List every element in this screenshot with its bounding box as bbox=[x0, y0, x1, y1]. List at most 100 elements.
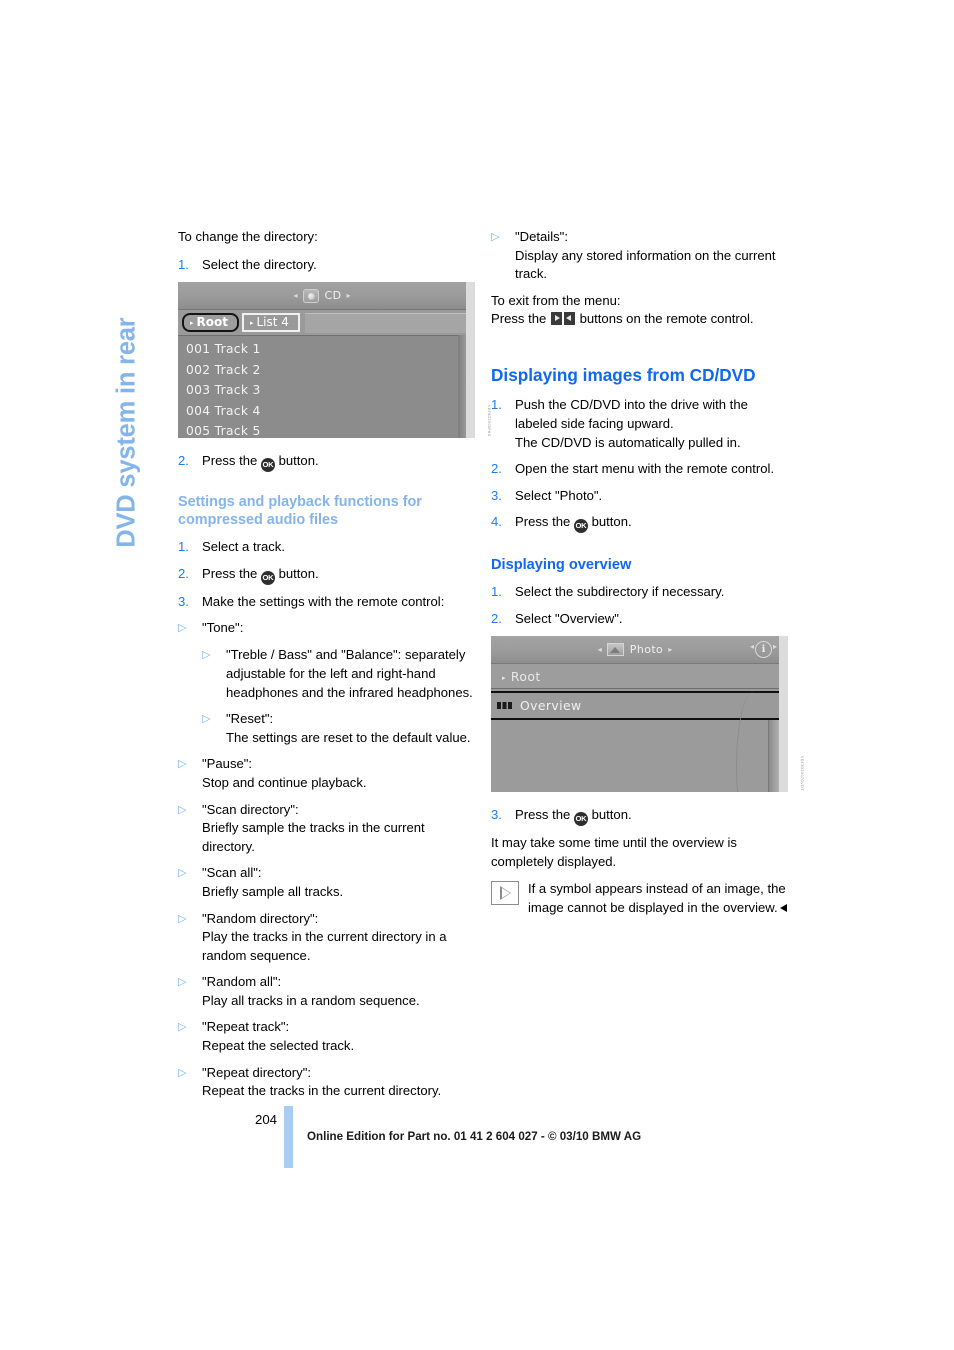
figure-caption-code: VDF3D2007DVD3 bbox=[800, 755, 804, 791]
triangle-bullet-icon: ▷ bbox=[178, 622, 187, 635]
cd-screen-title: CD bbox=[324, 289, 342, 303]
step-number: 2. bbox=[491, 461, 502, 477]
triangle-bullet-icon: ▷ bbox=[178, 976, 187, 989]
bullet-title: "Reset": bbox=[226, 711, 274, 727]
bullet-scan-all: ▷ "Scan all": Briefly sample all tracks. bbox=[178, 864, 475, 901]
heading-settings-playback: Settings and playback functions for comp… bbox=[178, 494, 422, 528]
triangle-bullet-icon: ▷ bbox=[202, 713, 211, 726]
step-text-post: button. bbox=[274, 453, 319, 469]
manual-page: DVD system in rear To change the directo… bbox=[0, 0, 954, 1350]
step-text: Select the subdirectory if necessary. bbox=[515, 583, 725, 599]
bullet-title: "Random directory": bbox=[202, 910, 319, 926]
step-number: 4. bbox=[491, 514, 502, 530]
step-make-settings: 3. Make the settings with the remote con… bbox=[178, 593, 475, 612]
bullet-title: "Repeat track": bbox=[202, 1019, 290, 1035]
step-number: 3. bbox=[491, 487, 502, 503]
photo-scrollbar bbox=[768, 720, 779, 793]
play-symbol-icon bbox=[491, 881, 519, 906]
track-row: 003 Track 3 bbox=[186, 383, 261, 398]
step-text-pre: Press the bbox=[515, 807, 574, 823]
photo-screen-title: Photo bbox=[629, 643, 664, 657]
step-text-post: button. bbox=[274, 565, 319, 581]
step-number: 3. bbox=[178, 593, 189, 609]
ok-button-icon: OK bbox=[573, 519, 588, 534]
bullet-body: "Scan all": Briefly sample all tracks. bbox=[202, 864, 475, 901]
step-text: Press the OK button. bbox=[202, 565, 475, 585]
triangle-bullet-icon: ▷ bbox=[202, 649, 211, 662]
step-number: 3. bbox=[491, 807, 502, 823]
bullet-body: "Pause": Stop and continue playback. bbox=[202, 755, 475, 792]
step-number: 2. bbox=[178, 565, 189, 581]
cd-screen: ◂ CD ▸ ▸ Root ▸ List 4 001 Track 1 002 Tra… bbox=[178, 282, 475, 439]
heading-displaying-overview: Displaying overview bbox=[491, 557, 632, 574]
track-row: 004 Track 4 bbox=[186, 403, 261, 418]
bullet-desc: Display any stored information on the cu… bbox=[515, 247, 776, 282]
step-push-cd: 1. Push the CD/DVD into the drive with t… bbox=[491, 396, 788, 452]
screenshot-photo-overview: ◂ Photo ▸ ◂ ℹ ▸ ▸ Root Overview VDF3D200… bbox=[491, 636, 804, 793]
disc-icon bbox=[302, 288, 319, 303]
bullet-body: "Repeat directory": Repeat the tracks in… bbox=[202, 1064, 475, 1101]
step-text: Select the directory. bbox=[202, 256, 317, 272]
ok-button-icon: OK bbox=[260, 458, 275, 473]
exit-text-post: buttons on the remote control. bbox=[575, 311, 754, 327]
step-select-directory: 1. Select the directory. bbox=[178, 256, 475, 275]
step-select-track: 1. Select a track. bbox=[178, 538, 475, 557]
step-press-ok-4: 3. Press the OK button. bbox=[491, 806, 788, 827]
info-icon: ℹ bbox=[755, 641, 772, 659]
header-left-arrow-icon: ◂ bbox=[293, 291, 298, 301]
bullet-desc: Repeat the selected track. bbox=[202, 1038, 355, 1054]
photo-breadcrumb-root: ▸ Root bbox=[491, 664, 779, 690]
triangle-bullet-icon: ▷ bbox=[178, 803, 187, 816]
bullet-desc: Play the tracks in the current directory… bbox=[202, 929, 447, 963]
photo-overview-label: Overview bbox=[520, 698, 582, 714]
footer-edition-text: Online Edition for Part no. 01 41 2 604 … bbox=[307, 1130, 642, 1143]
bullet-body: "Random directory": Play the tracks in t… bbox=[202, 910, 475, 966]
breadcrumb-root-label: Root bbox=[196, 315, 228, 330]
photo-overview-row: Overview bbox=[491, 691, 779, 721]
caret-icon: ▸ bbox=[249, 319, 254, 328]
bullet-title: "Random all": bbox=[202, 974, 282, 990]
breadcrumb-root: ▸ Root bbox=[182, 313, 239, 333]
breadcrumb-filler bbox=[304, 312, 466, 333]
track-row: 005 Track 5 bbox=[186, 424, 261, 439]
bullet-title: "Scan all": bbox=[202, 865, 262, 881]
bullet-random-all: ▷ "Random all": Play all tracks in a ran… bbox=[178, 973, 475, 1010]
step-press-ok-3: 4. Press the OK button. bbox=[491, 513, 788, 534]
bullet-title: "Repeat directory": bbox=[202, 1064, 312, 1080]
track-row: 002 Track 2 bbox=[186, 362, 261, 377]
triangle-bullet-icon: ▷ bbox=[178, 912, 187, 925]
info-right-arrow-icon: ▸ bbox=[772, 642, 777, 652]
bullet-title: "Tone": bbox=[202, 620, 244, 636]
header-right-arrow-icon: ▸ bbox=[668, 645, 673, 655]
note-symbol-block: If a symbol appears instead of an image,… bbox=[491, 880, 788, 917]
bullet-scan-directory: ▷ "Scan directory": Briefly sample the t… bbox=[178, 801, 475, 857]
photo-root-text: Root bbox=[510, 668, 541, 684]
note-text-wrapper: If a symbol appears instead of an image,… bbox=[528, 880, 788, 917]
info-left-arrow-icon: ◂ bbox=[749, 642, 754, 652]
step-text: Press the OK button. bbox=[515, 806, 788, 827]
bullet-desc: The settings are reset to the default va… bbox=[226, 729, 471, 745]
step-text-post: button. bbox=[587, 514, 632, 530]
step-open-start-menu: 2. Open the start menu with the remote c… bbox=[491, 460, 788, 479]
bullet-details: ▷ "Details": Display any stored informat… bbox=[491, 228, 788, 284]
bullet-desc: Briefly sample all tracks. bbox=[202, 883, 344, 899]
bullet-reset: ▷ "Reset": The settings are reset to the… bbox=[202, 710, 475, 747]
step-text: Press the OK button. bbox=[202, 452, 475, 473]
grid-icon bbox=[497, 702, 512, 710]
cd-track-list: 001 Track 1 002 Track 2 003 Track 3 004 … bbox=[178, 336, 466, 439]
bullet-repeat-directory: ▷ "Repeat directory": Repeat the tracks … bbox=[178, 1064, 475, 1101]
bullet-random-directory: ▷ "Random directory": Play the tracks in… bbox=[178, 910, 475, 966]
heading-displaying-images: Displaying images from CD/DVD bbox=[491, 364, 756, 385]
bullet-body: "Reset": The settings are reset to the d… bbox=[226, 710, 475, 747]
step-select-photo: 3. Select "Photo". bbox=[491, 487, 788, 506]
bullet-desc: Briefly sample the tracks in the current… bbox=[202, 820, 425, 854]
track-row: 001 Track 1 bbox=[186, 342, 261, 357]
cd-screen-header: ◂ CD ▸ bbox=[178, 282, 466, 311]
overview-timing-note: It may take some time until the overview… bbox=[491, 835, 737, 869]
exit-text-pre: Press the bbox=[491, 311, 550, 327]
photo-icon bbox=[606, 643, 624, 657]
step-text: Select "Overview". bbox=[515, 610, 623, 626]
bullet-text: "Treble / Bass" and "Balance": separatel… bbox=[226, 647, 473, 700]
bullet-treble-bass: ▷ "Treble / Bass" and "Balance": separat… bbox=[202, 646, 475, 702]
step-text-pre: Press the bbox=[202, 453, 261, 469]
